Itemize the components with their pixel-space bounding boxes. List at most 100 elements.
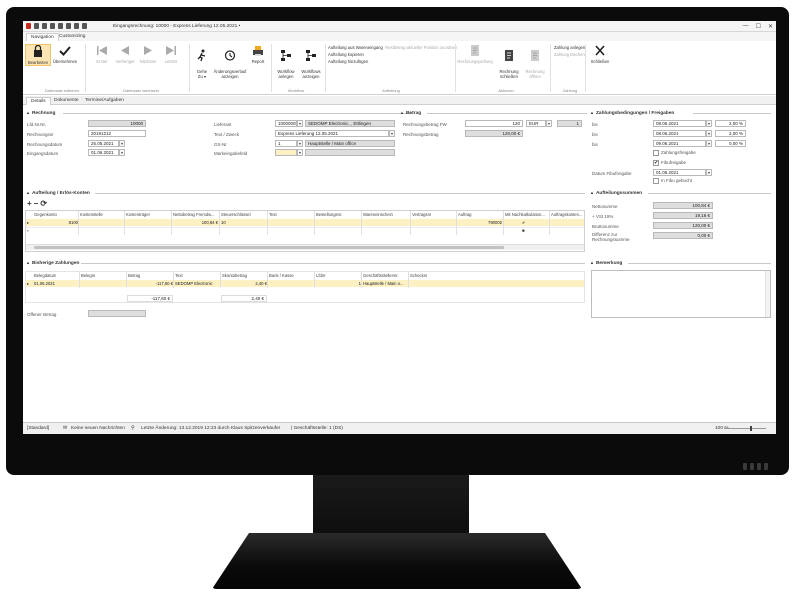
cell-text[interactable]: SEDOMP Electronic xyxy=(175,281,220,286)
minimize-icon[interactable]: — xyxy=(743,23,749,30)
zoom-slider[interactable] xyxy=(724,426,766,431)
col-kostentraeger[interactable]: Kostenträger xyxy=(126,212,150,217)
eingangsdatum-dropdown[interactable]: ▾ xyxy=(119,149,125,156)
cell-nachkalkulation-new[interactable]: ■ xyxy=(522,228,525,233)
markeingabe-dropdown[interactable]: ▾ xyxy=(297,149,303,156)
fibufreigabe-checkbox[interactable]: ✔ xyxy=(653,160,659,166)
col-wareneinschein[interactable]: Wareneinschein xyxy=(363,212,393,217)
messages-icon[interactable]: ✉ xyxy=(63,426,67,431)
maximize-icon[interactable]: ☐ xyxy=(756,23,761,30)
aufteilung-aus-wareneingang[interactable]: Aufteilung aus Wareneingang xyxy=(328,45,383,50)
bemerkung-scrollbar[interactable] xyxy=(765,271,770,317)
aufteilung-kopieren[interactable]: Aufteilung kopieren xyxy=(328,51,457,58)
rechnungsdatum-input[interactable]: 25.05.2021 xyxy=(88,140,119,147)
schliessen-button[interactable]: Schließen xyxy=(587,44,613,64)
check-icon[interactable] xyxy=(58,23,63,29)
col-skontobetrag[interactable]: Skontobetrag xyxy=(222,273,247,278)
back-icon[interactable] xyxy=(42,23,47,29)
cell-nachkalkulation[interactable]: ✔ xyxy=(522,220,526,225)
zahlungsziel-2-input[interactable]: 08.06.2021 xyxy=(653,130,706,137)
cell-betrag[interactable]: -117,60 € xyxy=(128,281,173,286)
rechnungspruefung-button[interactable]: Rechnungsprüfung xyxy=(457,44,493,64)
calendar-icon[interactable] xyxy=(74,23,79,29)
col-text[interactable]: Text xyxy=(175,273,183,278)
zahlungsziel-3-dropdown[interactable]: ▾ xyxy=(706,140,712,147)
table-row-new[interactable]: * ■ xyxy=(26,227,584,234)
skonto-3-input[interactable]: 0,00 % xyxy=(715,140,746,147)
gs-nr-input[interactable]: 1 xyxy=(275,140,297,147)
search-icon[interactable]: ⚲ xyxy=(131,426,135,431)
col-steuerschluessel[interactable]: Steuerschlüssel xyxy=(221,212,251,217)
cell-steuerschluessel[interactable]: 10 xyxy=(221,220,226,225)
report-button[interactable]: Report xyxy=(247,44,269,64)
letzter-button[interactable]: Letzter xyxy=(158,44,184,64)
refresh-icon[interactable]: ⟳ xyxy=(40,199,47,208)
zahlungsziel-3-input[interactable]: 09.06.2021 xyxy=(653,140,706,147)
zahlungsziel-1-input[interactable]: 08.06.2021 xyxy=(653,120,706,127)
datum-fibufreigabe-input[interactable]: 01.06.2021 xyxy=(653,169,706,176)
add-row-icon[interactable]: + xyxy=(27,199,32,208)
cell-belegdatum[interactable]: 01.06.2021 xyxy=(34,281,55,286)
scrollbar-thumb[interactable] xyxy=(34,246,504,249)
text-zweck-dropdown[interactable]: ▾ xyxy=(389,130,395,137)
col-vertragsnr[interactable]: Vertragsnr xyxy=(412,212,431,217)
bemerkung-textarea[interactable] xyxy=(591,270,771,318)
currency-dropdown[interactable]: ▾ xyxy=(546,120,552,127)
tab-navigation[interactable]: Navigation xyxy=(26,33,59,41)
zahlungsziel-1-dropdown[interactable]: ▾ xyxy=(706,120,712,127)
currency-select[interactable]: EUR xyxy=(526,120,546,127)
forward-icon[interactable] xyxy=(50,23,55,29)
rechnungsnr-input[interactable]: 20191212 xyxy=(88,130,146,137)
col-betrag[interactable]: Betrag xyxy=(128,273,140,278)
col-auftragskosten[interactable]: Auftragskosten... xyxy=(551,212,584,217)
col-nettobetrag[interactable]: Nettobetrag Fremdw... xyxy=(173,212,218,217)
col-kostenstelle[interactable]: Kostenstelle xyxy=(80,212,103,217)
zahlung-anlegen[interactable]: Zahlung anlegen xyxy=(554,44,585,51)
aufteilung-hinzufuegen[interactable]: Aufteilung hinzufügen xyxy=(328,58,457,65)
rechnungsbetrag-fw-input[interactable]: 120 xyxy=(465,120,523,127)
rechnung-schliessen-button[interactable]: Rechnung schließen xyxy=(496,44,522,79)
text-zweck-input[interactable]: Express Lieferung 12.05.2021 xyxy=(275,130,389,137)
cell-auftrag[interactable]: 790002 xyxy=(458,220,502,225)
undo-icon[interactable] xyxy=(66,23,71,29)
cell-geschaeftsstelle[interactable]: Hauptstelle / Main o... xyxy=(363,281,408,286)
markeingabe-input[interactable] xyxy=(275,149,297,156)
zahlungsziel-2-dropdown[interactable]: ▾ xyxy=(706,130,712,137)
lieferant-dropdown[interactable]: ▾ xyxy=(297,120,303,127)
cell-skontobetrag[interactable]: 2,40 € xyxy=(222,281,267,286)
col-belegnr[interactable]: Belegnr xyxy=(81,273,95,278)
rechnungsdatum-dropdown[interactable]: ▾ xyxy=(119,140,125,147)
aenderungsverlauf-button[interactable]: Änderungsverlauf anzeigen xyxy=(213,44,247,79)
zahlungsfreigabe-checkbox[interactable] xyxy=(653,150,659,156)
col-bestellungsnr[interactable]: Bestellungsnr. xyxy=(316,212,342,217)
table-row[interactable]: ▸ 01.06.2021 -117,60 € SEDOMP Electronic… xyxy=(26,280,584,287)
tab-customizing[interactable]: Customizing xyxy=(55,33,89,40)
skonto-1-input[interactable]: 2,00 % xyxy=(715,120,746,127)
eingangsdatum-input[interactable]: 01.06.2021 xyxy=(88,149,119,156)
workflows-anzeigen-button[interactable]: Workflows anzeigen xyxy=(298,44,324,79)
tab-details[interactable]: Details xyxy=(26,97,51,105)
col-schecknr[interactable]: Schecknr xyxy=(410,273,427,278)
close-icon[interactable]: ✕ xyxy=(768,23,773,30)
rechnung-oeffnen-button[interactable]: Rechnung öffnen xyxy=(522,44,548,79)
skonto-2-input[interactable]: 2,00 % xyxy=(715,130,746,137)
cell-gegenkonto[interactable]: 8100 xyxy=(34,220,78,225)
lieferant-nr-input[interactable]: 100000084 xyxy=(275,120,297,127)
gehe-zu-button[interactable]: Gehe Zu ▾ xyxy=(191,44,213,79)
workflow-anlegen-button[interactable]: Workflow anlegen xyxy=(273,44,299,79)
col-belegdatum[interactable]: Belegdatum xyxy=(34,273,56,278)
col-auftrag[interactable]: Auftrag xyxy=(458,212,472,217)
col-nachkalkulation[interactable]: Mit Nachkalkulation... xyxy=(505,212,549,217)
col-geschaeftsstellennr[interactable]: Geschäftsstellennr. xyxy=(363,273,399,278)
horizontal-scrollbar[interactable] xyxy=(26,244,584,250)
bearbeiten-button[interactable]: Bearbeiten xyxy=(25,44,51,66)
col-lfdnr[interactable]: Lfdnr xyxy=(316,273,326,278)
zahlung-loeschen[interactable]: Zahlung löschen xyxy=(554,51,585,58)
restbetrag-zuordnen[interactable]: Restbetrag aktueller Position zuordnen xyxy=(385,45,457,50)
cell-lfdnr[interactable]: 1 xyxy=(316,281,361,286)
col-gegenkonto[interactable]: Gegenkonto xyxy=(34,212,57,217)
save-icon[interactable] xyxy=(34,23,39,29)
col-text[interactable]: Text xyxy=(269,212,277,217)
datum-fibufreigabe-dropdown[interactable]: ▾ xyxy=(706,169,712,176)
gs-nr-dropdown[interactable]: ▾ xyxy=(297,140,303,147)
